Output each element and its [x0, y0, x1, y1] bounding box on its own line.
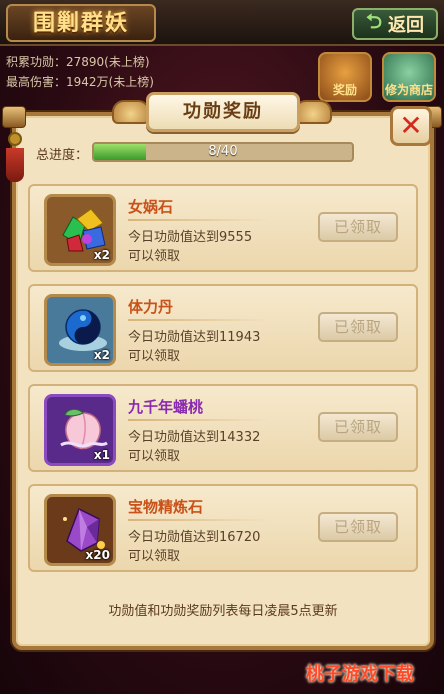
reward-side-button[interactable]: 奖励	[318, 52, 372, 102]
requirement-text: 今日功勋值达到9555	[128, 230, 253, 245]
progress-label: 总进度：	[36, 148, 89, 163]
divider	[128, 419, 268, 421]
item-desc: 今日功勋值达到16720 可以领取	[128, 528, 260, 566]
event-title: 围剿群妖	[6, 4, 156, 42]
divider	[128, 519, 268, 521]
accumulated-merit: 积累功勋：27890(未上榜)	[6, 55, 150, 69]
peach-icon	[60, 408, 108, 450]
item-slot[interactable]: x20	[44, 494, 116, 566]
claim-status-text: 可以领取	[128, 449, 181, 464]
back-label: 返回	[388, 15, 425, 36]
gem-cluster-icon	[62, 208, 106, 252]
shop-side-button[interactable]: 修为商店	[382, 52, 436, 102]
cloud-ornament-icon	[112, 100, 150, 124]
refine-crystal-icon	[63, 507, 105, 552]
reward-side-label: 奖励	[332, 83, 357, 97]
claim-status-text: 可以领取	[128, 249, 181, 264]
back-arrow-icon: ⮌	[365, 9, 383, 33]
reward-row: x20 宝物精炼石 今日功勋值达到16720 可以领取 已领取	[28, 484, 418, 572]
tassel-icon	[4, 132, 26, 188]
progress-bar: 8/40	[92, 142, 354, 162]
requirement-text: 今日功勋值达到11943	[128, 330, 261, 345]
divider	[128, 319, 268, 321]
dialog-title: 功勋奖励	[146, 92, 300, 132]
item-name: 女娲石	[128, 198, 174, 216]
requirement-text: 今日功勋值达到14332	[128, 430, 261, 445]
claim-status-text: 可以领取	[128, 549, 181, 564]
item-name: 九千年蟠桃	[128, 398, 204, 416]
scroll-rod-left	[2, 106, 26, 128]
requirement-text: 今日功勋值达到16720	[128, 530, 261, 545]
claimed-button[interactable]: 已领取	[318, 412, 398, 442]
stats-panel: 积累功勋：27890(未上榜) 最高伤害：1942万(未上榜)	[6, 52, 154, 92]
item-slot[interactable]: x1	[44, 394, 116, 466]
back-button[interactable]: ⮌ 返回	[352, 8, 438, 40]
close-button[interactable]: ✕	[390, 106, 432, 146]
stamina-pill-icon	[59, 309, 107, 351]
item-desc: 今日功勋值达到11943 可以领取	[128, 328, 260, 366]
item-count: x2	[93, 348, 110, 362]
reward-row: x2 体力丹 今日功勋值达到11943 可以领取 已领取	[28, 284, 418, 372]
claimed-button[interactable]: 已领取	[318, 512, 398, 542]
reward-row: x2 女娲石 今日功勋值达到9555 可以领取 已领取	[28, 184, 418, 272]
item-slot[interactable]: x2	[44, 294, 116, 366]
item-count: x20	[85, 548, 110, 562]
item-desc: 今日功勋值达到14332 可以领取	[128, 428, 260, 466]
item-desc: 今日功勋值达到9555 可以领取	[128, 228, 252, 266]
shop-side-label: 修为商店	[384, 83, 433, 97]
watermark: 桃子游戏下载	[306, 664, 414, 685]
item-name: 体力丹	[128, 298, 174, 316]
progress-text: 8/40	[208, 144, 238, 159]
close-icon: ✕	[399, 109, 423, 142]
claimed-button[interactable]: 已领取	[318, 312, 398, 342]
claim-status-text: 可以领取	[128, 349, 181, 364]
item-count: x2	[93, 248, 110, 262]
item-slot[interactable]: x2	[44, 194, 116, 266]
claimed-button[interactable]: 已领取	[318, 212, 398, 242]
divider	[128, 219, 268, 221]
item-count: x1	[93, 448, 110, 462]
max-damage: 最高伤害：1942万(未上榜)	[6, 75, 154, 89]
item-name: 宝物精炼石	[128, 498, 204, 516]
refresh-note: 功勋值和功勋奖励列表每日凌晨5点更新	[108, 604, 338, 619]
reward-row: x1 九千年蟠桃 今日功勋值达到14332 可以领取 已领取	[28, 384, 418, 472]
